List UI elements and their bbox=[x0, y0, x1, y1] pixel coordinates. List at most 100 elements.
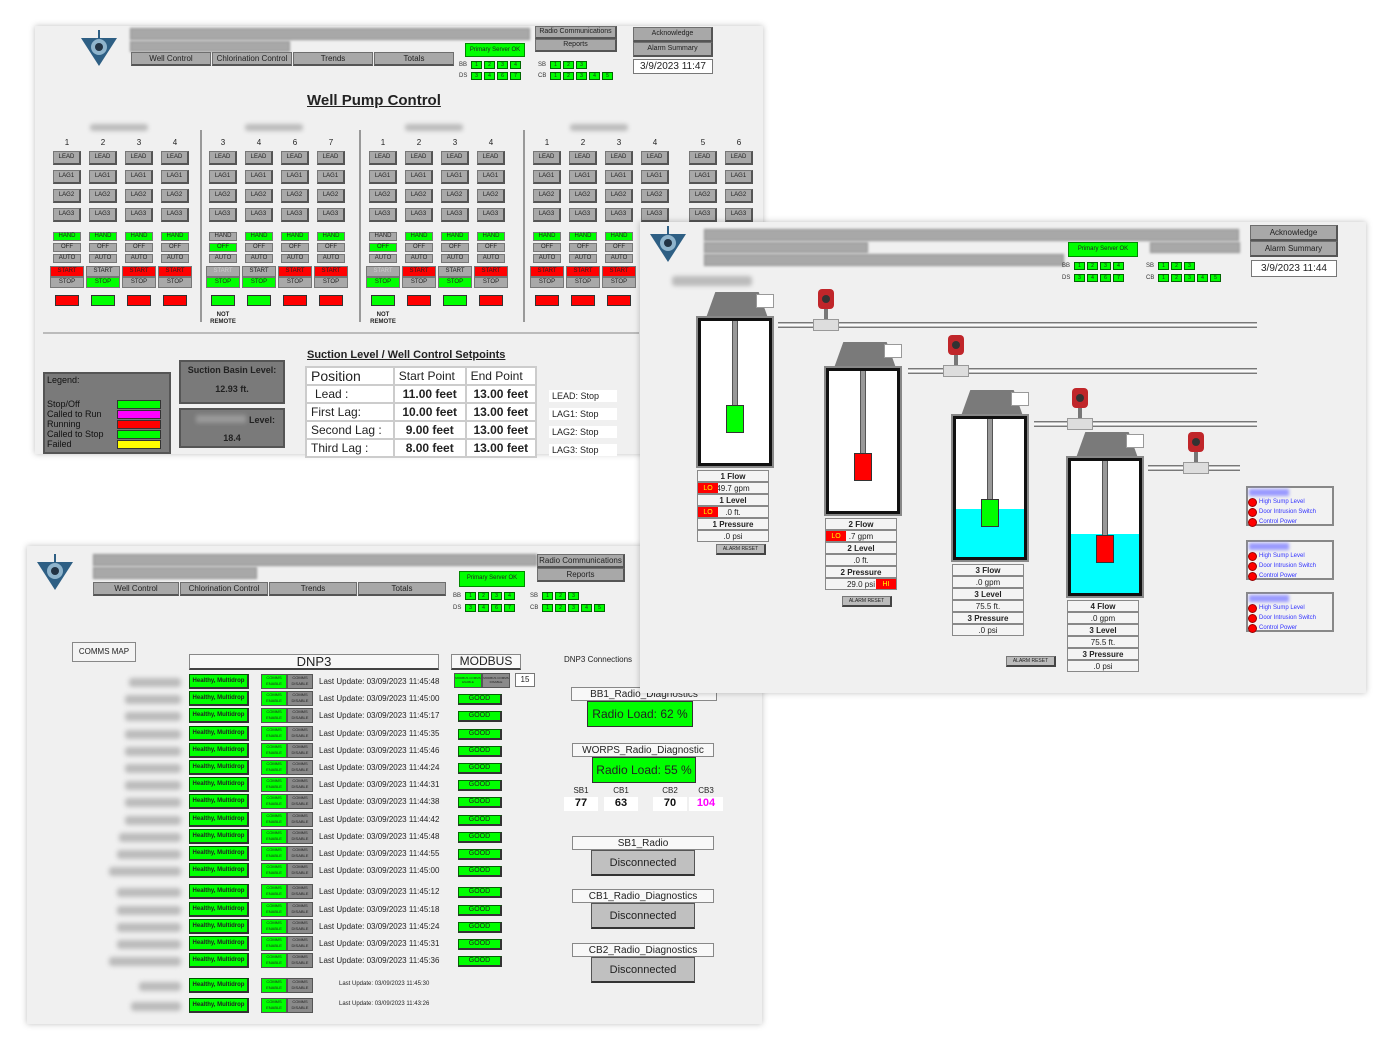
mode-button-off[interactable]: OFF bbox=[369, 243, 397, 252]
comms-map-button[interactable]: COMMS MAP bbox=[72, 642, 136, 662]
tab-well-control[interactable]: Well Control bbox=[131, 52, 211, 66]
start-button[interactable]: START bbox=[438, 266, 472, 277]
lead-lag-button-lead[interactable]: LEAD bbox=[369, 151, 397, 165]
comms-disable-button[interactable]: COMMS DISABLE bbox=[287, 918, 313, 934]
lead-lag-button-lag1[interactable]: LAG1 bbox=[125, 170, 153, 184]
start-button[interactable]: START bbox=[278, 266, 312, 277]
lead-lag-button-lag3[interactable]: LAG3 bbox=[533, 208, 561, 222]
lead-lag-button-lag3[interactable]: LAG3 bbox=[605, 208, 633, 222]
lead-lag-button-lead[interactable]: LEAD bbox=[569, 151, 597, 165]
mode-button-auto[interactable]: AUTO bbox=[125, 254, 153, 263]
stop-button[interactable]: STOP bbox=[314, 277, 348, 288]
start-button[interactable]: START bbox=[158, 266, 192, 277]
start-button[interactable]: START bbox=[366, 266, 400, 277]
acknowledge-button[interactable]: Acknowledge bbox=[1250, 225, 1338, 241]
lead-lag-button-lag2[interactable]: LAG2 bbox=[161, 189, 189, 203]
comms-disable-button[interactable]: COMMS DISABLE bbox=[287, 794, 313, 810]
mode-button-off[interactable]: OFF bbox=[317, 243, 345, 252]
stop-button[interactable]: STOP bbox=[122, 277, 156, 288]
stop-button[interactable]: STOP bbox=[566, 277, 600, 288]
comms-enable-button[interactable]: COMMS ENABLE bbox=[261, 691, 287, 707]
lead-lag-button-lag2[interactable]: LAG2 bbox=[209, 189, 237, 203]
lead-lag-button-lead[interactable]: LEAD bbox=[161, 151, 189, 165]
start-button[interactable]: START bbox=[50, 266, 84, 277]
lead-lag-button-lag1[interactable]: LAG1 bbox=[533, 170, 561, 184]
comms-enable-button[interactable]: COMMS ENABLE bbox=[261, 846, 287, 861]
stop-button[interactable]: STOP bbox=[242, 277, 276, 288]
stop-button[interactable]: STOP bbox=[366, 277, 400, 288]
alarm-summary-button[interactable]: Alarm Summary bbox=[633, 42, 713, 57]
mode-button-auto[interactable]: AUTO bbox=[281, 254, 309, 263]
stop-button[interactable]: STOP bbox=[278, 277, 312, 288]
comms-enable-button[interactable]: COMMS ENABLE bbox=[261, 742, 287, 758]
mode-button-off[interactable]: OFF bbox=[605, 243, 633, 252]
radio-communications-button[interactable]: Radio Communications bbox=[537, 554, 625, 568]
lead-lag-button-lag3[interactable]: LAG3 bbox=[641, 208, 669, 222]
mode-button-off[interactable]: OFF bbox=[89, 243, 117, 252]
comms-disable-button[interactable]: COMMS DISABLE bbox=[287, 674, 313, 689]
lead-lag-button-lead[interactable]: LEAD bbox=[477, 151, 505, 165]
setpoint-end[interactable]: 13.00 feet bbox=[464, 438, 538, 458]
mode-button-auto[interactable]: AUTO bbox=[245, 254, 273, 263]
mode-button-hand[interactable]: HAND bbox=[281, 232, 309, 241]
comms-disable-button[interactable]: COMMS DISABLE bbox=[287, 742, 313, 758]
comms-enable-button[interactable]: COMMS ENABLE bbox=[261, 811, 287, 827]
comms-enable-button[interactable]: COMMS ENABLE bbox=[261, 978, 287, 993]
lead-lag-button-lag1[interactable]: LAG1 bbox=[725, 170, 753, 184]
comms-disable-button[interactable]: COMMS DISABLE bbox=[287, 936, 313, 951]
mode-button-hand[interactable]: HAND bbox=[209, 232, 237, 241]
mode-button-hand[interactable]: HAND bbox=[533, 232, 561, 241]
lead-lag-button-lag3[interactable]: LAG3 bbox=[245, 208, 273, 222]
mode-button-auto[interactable]: AUTO bbox=[477, 254, 505, 263]
lead-lag-button-lag3[interactable]: LAG3 bbox=[281, 208, 309, 222]
lead-lag-button-lag2[interactable]: LAG2 bbox=[441, 189, 469, 203]
lead-lag-button-lag1[interactable]: LAG1 bbox=[209, 170, 237, 184]
mode-button-off[interactable]: OFF bbox=[533, 243, 561, 252]
mode-button-hand[interactable]: HAND bbox=[317, 232, 345, 241]
mode-button-off[interactable]: OFF bbox=[281, 243, 309, 252]
start-button[interactable]: START bbox=[402, 266, 436, 277]
comms-disable-button[interactable]: COMMS DISABLE bbox=[287, 846, 313, 861]
lead-lag-button-lead[interactable]: LEAD bbox=[533, 151, 561, 165]
lead-lag-button-lag1[interactable]: LAG1 bbox=[89, 170, 117, 184]
comms-disable-button[interactable]: COMMS DISABLE bbox=[287, 777, 313, 793]
lead-lag-button-lag1[interactable]: LAG1 bbox=[477, 170, 505, 184]
lead-lag-button-lag2[interactable]: LAG2 bbox=[477, 189, 505, 203]
comms-enable-button[interactable]: COMMS ENABLE bbox=[261, 953, 287, 969]
comms-enable-button[interactable]: COMMS ENABLE bbox=[261, 901, 287, 917]
mode-button-auto[interactable]: AUTO bbox=[533, 254, 561, 263]
mode-button-auto[interactable]: AUTO bbox=[405, 254, 433, 263]
alarm-reset-button[interactable]: ALARM RESET bbox=[1006, 656, 1056, 667]
mode-button-off[interactable]: OFF bbox=[53, 243, 81, 252]
comms-enable-button[interactable]: COMMS ENABLE bbox=[261, 998, 287, 1013]
lead-lag-button-lead[interactable]: LEAD bbox=[689, 151, 717, 165]
lead-lag-button-lag2[interactable]: LAG2 bbox=[689, 189, 717, 203]
lead-lag-button-lag3[interactable]: LAG3 bbox=[369, 208, 397, 222]
tab-chlorination-control[interactable]: Chlorination Control bbox=[180, 582, 268, 596]
mode-button-hand[interactable]: HAND bbox=[89, 232, 117, 241]
comms-enable-button[interactable]: COMMS ENABLE bbox=[261, 863, 287, 879]
acknowledge-button[interactable]: Acknowledge bbox=[633, 27, 713, 42]
start-button[interactable]: START bbox=[242, 266, 276, 277]
comms-enable-button[interactable]: COMMS ENABLE bbox=[261, 794, 287, 810]
lead-lag-button-lead[interactable]: LEAD bbox=[641, 151, 669, 165]
lead-lag-button-lead[interactable]: LEAD bbox=[125, 151, 153, 165]
lead-lag-button-lag2[interactable]: LAG2 bbox=[245, 189, 273, 203]
start-button[interactable]: START bbox=[314, 266, 348, 277]
comms-disable-button[interactable]: COMMS DISABLE bbox=[287, 811, 313, 827]
mode-button-off[interactable]: OFF bbox=[477, 243, 505, 252]
mode-button-hand[interactable]: HAND bbox=[245, 232, 273, 241]
lead-lag-button-lag2[interactable]: LAG2 bbox=[53, 189, 81, 203]
comms-enable-button[interactable]: COMMS ENABLE bbox=[261, 674, 287, 689]
alarm-reset-button[interactable]: ALARM RESET bbox=[716, 544, 766, 555]
alarm-reset-button[interactable]: ALARM RESET bbox=[842, 596, 892, 607]
start-button[interactable]: START bbox=[566, 266, 600, 277]
lead-lag-button-lag3[interactable]: LAG3 bbox=[441, 208, 469, 222]
tab-trends[interactable]: Trends bbox=[269, 582, 357, 596]
comms-disable-button[interactable]: COMMS DISABLE bbox=[287, 978, 313, 993]
mode-button-hand[interactable]: HAND bbox=[405, 232, 433, 241]
mode-button-hand[interactable]: HAND bbox=[161, 232, 189, 241]
comms-disable-button[interactable]: COMMS DISABLE bbox=[287, 884, 313, 900]
comms-enable-button[interactable]: COMMS ENABLE bbox=[261, 708, 287, 724]
start-button[interactable]: START bbox=[122, 266, 156, 277]
